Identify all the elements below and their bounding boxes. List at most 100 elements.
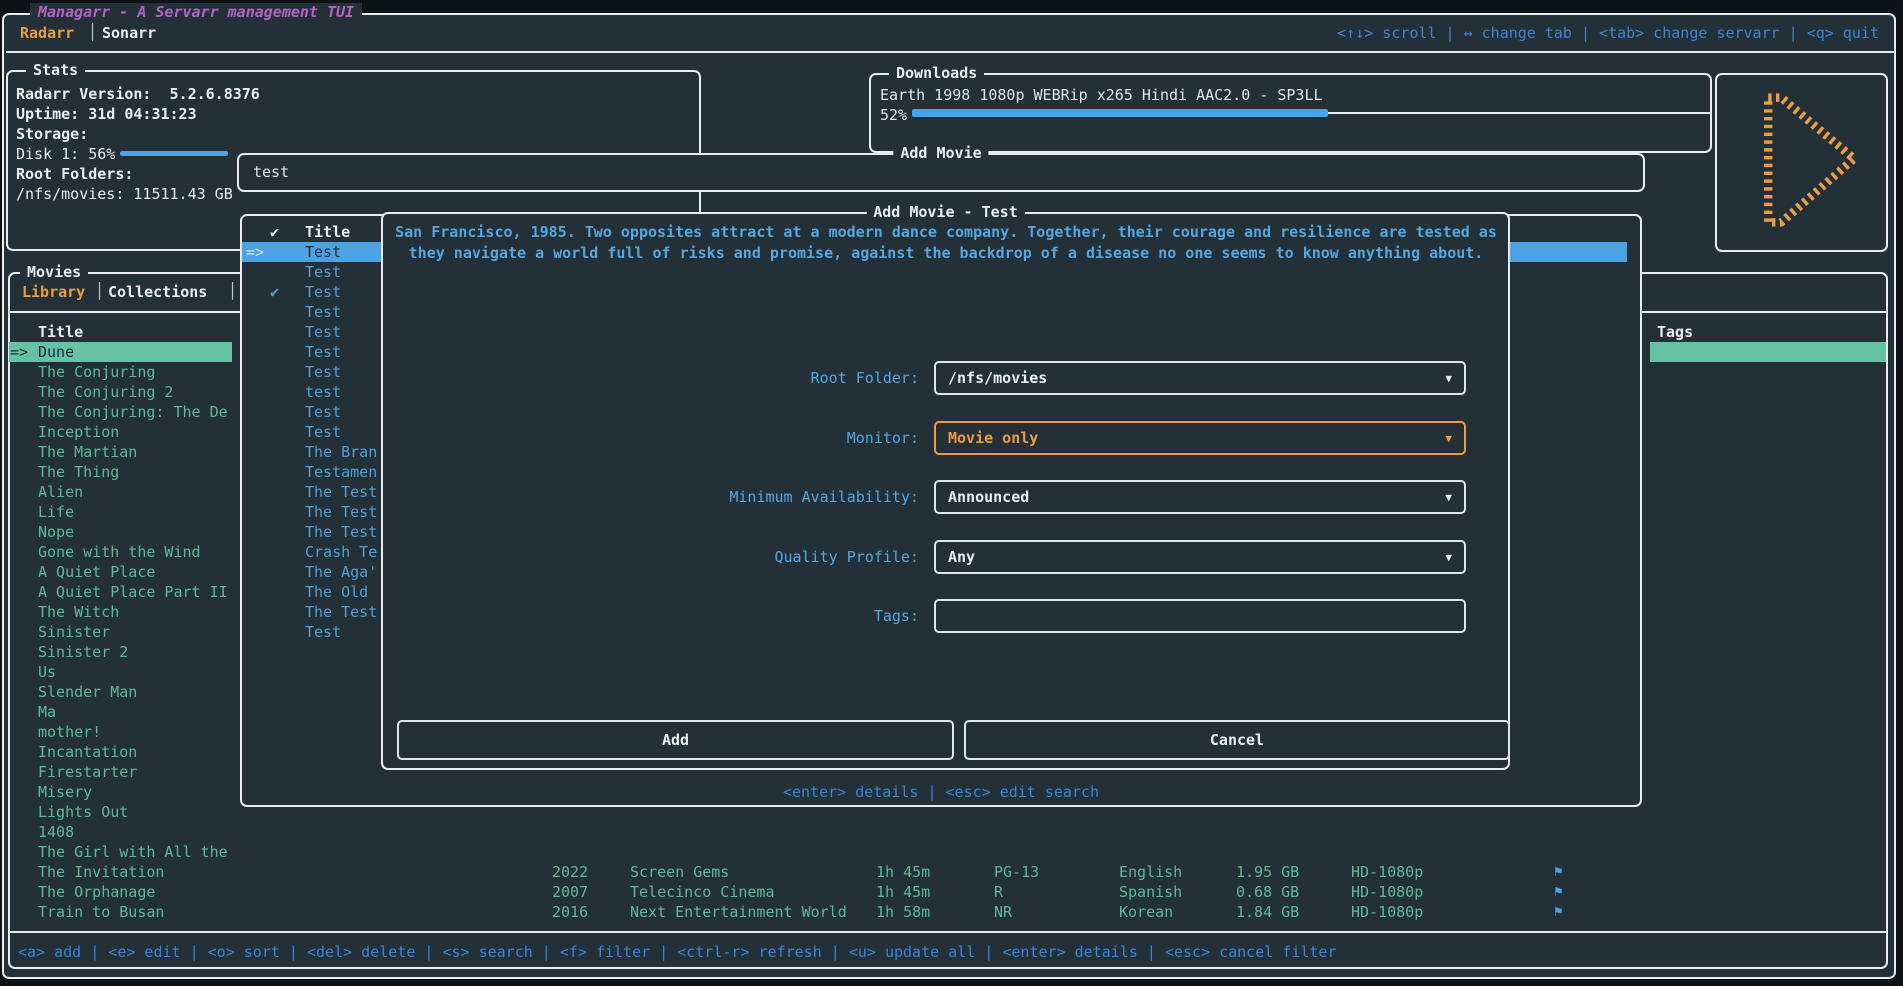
result-row[interactable]: The Test: [305, 602, 377, 622]
stats-panel-title: Stats: [26, 61, 85, 79]
result-row[interactable]: Crash Te: [305, 542, 377, 562]
results-title-header: Title: [305, 222, 350, 242]
movie-row[interactable]: Sinister: [38, 622, 110, 642]
movie-row[interactable]: Ma: [38, 702, 56, 722]
result-row[interactable]: Test: [305, 262, 341, 282]
movie-cell-year: 2022: [552, 862, 588, 882]
field-select[interactable]: Movie only▼: [934, 421, 1466, 455]
result-row[interactable]: The Aga': [305, 562, 377, 582]
movie-cell-year: 2016: [552, 902, 588, 922]
movie-row[interactable]: The Invitation: [38, 862, 164, 882]
library-title-header: Title: [38, 322, 83, 342]
movie-row[interactable]: The Conjuring: [38, 362, 155, 382]
movie-row[interactable]: The Conjuring: The De: [38, 402, 228, 422]
result-row[interactable]: Test: [305, 362, 341, 382]
movie-row[interactable]: Incantation: [38, 742, 137, 762]
result-row[interactable]: Test: [305, 622, 341, 642]
movie-cell-quality: HD-1080p: [1351, 862, 1423, 882]
movie-cell-year: 2007: [552, 882, 588, 902]
field-select[interactable]: /nfs/movies▼: [934, 361, 1466, 395]
movie-cell-certification: NR: [994, 902, 1012, 922]
result-row[interactable]: The Bran: [305, 442, 377, 462]
result-row[interactable]: Test: [305, 322, 341, 342]
movie-cell-size: 1.95 GB: [1236, 862, 1299, 882]
movie-row[interactable]: Dune: [38, 342, 74, 362]
library-tags-header: Tags: [1657, 322, 1693, 342]
download-item: Earth 1998 1080p WEBRip x265 Hindi AAC2.…: [880, 85, 1323, 105]
result-row[interactable]: Testamen: [305, 462, 377, 482]
movie-row[interactable]: Inception: [38, 422, 119, 442]
movie-row[interactable]: Misery: [38, 782, 92, 802]
tab-radarr[interactable]: Radarr: [20, 24, 74, 42]
search-input[interactable]: test: [253, 162, 289, 182]
movie-row[interactable]: The Girl with All the: [38, 842, 228, 862]
result-row[interactable]: Test: [305, 422, 341, 442]
movie-cell-studio: Telecinco Cinema: [630, 882, 775, 902]
movie-row[interactable]: Gone with the Wind: [38, 542, 201, 562]
app-title: Managarr - A Servarr management TUI: [30, 3, 362, 21]
chevron-down-icon: ▼: [1445, 543, 1452, 573]
result-row[interactable]: Test: [305, 282, 341, 302]
movie-overview-line1: San Francisco, 1985. Two opposites attra…: [391, 223, 1501, 241]
check-icon: ✔: [270, 282, 279, 302]
movie-row[interactable]: The Orphanage: [38, 882, 155, 902]
add-movie-title: Add Movie: [893, 144, 988, 162]
top-keybind-hints: <↑↓> scroll | ↔ change tab | <tab> chang…: [1337, 24, 1879, 42]
collections-tab[interactable]: Collections: [108, 283, 207, 301]
download-percent: 52%: [880, 105, 907, 125]
movie-cell-language: Spanish: [1119, 882, 1182, 902]
movie-cell-certification: PG-13: [994, 862, 1039, 882]
add-movie-search-box: Add Movie test: [237, 153, 1645, 192]
field-select[interactable]: Announced▼: [934, 480, 1466, 514]
managarr-play-logo-icon: [1737, 85, 1867, 235]
movie-row[interactable]: Alien: [38, 482, 83, 502]
result-row[interactable]: The Test: [305, 502, 377, 522]
movie-row[interactable]: The Martian: [38, 442, 137, 462]
bottom-keybind-hints: <a> add | <e> edit | <o> sort | <del> de…: [18, 943, 1337, 961]
movie-row[interactable]: Us: [38, 662, 56, 682]
movie-row[interactable]: A Quiet Place Part II: [38, 582, 228, 602]
result-row[interactable]: Test: [305, 302, 341, 322]
movie-row[interactable]: 1408: [38, 822, 74, 842]
result-row[interactable]: test: [305, 382, 341, 402]
cancel-button[interactable]: Cancel: [964, 720, 1510, 760]
movie-cell-runtime: 1h 58m: [876, 902, 930, 922]
movie-row[interactable]: The Conjuring 2: [38, 382, 173, 402]
result-row[interactable]: Test: [305, 402, 341, 422]
chevron-down-icon: ▼: [1445, 424, 1452, 454]
movie-cell-size: 0.68 GB: [1236, 882, 1299, 902]
library-tab[interactable]: Library: [22, 283, 85, 301]
stats-disk-label: Disk 1: 56%: [16, 144, 115, 164]
movie-row[interactable]: The Thing: [38, 462, 119, 482]
add-button[interactable]: Add: [397, 720, 954, 760]
movie-row[interactable]: The Witch: [38, 602, 119, 622]
field-label: Quality Profile:: [383, 547, 919, 567]
results-check-header: ✔: [270, 222, 279, 242]
tags-input[interactable]: [934, 599, 1466, 633]
result-row[interactable]: The Old: [305, 582, 368, 602]
result-row[interactable]: Test: [305, 342, 341, 362]
result-row[interactable]: The Test: [305, 482, 377, 502]
movie-cell-studio: Next Entertainment World: [630, 902, 847, 922]
movie-row[interactable]: Train to Busan: [38, 902, 164, 922]
tab-sonarr[interactable]: Sonarr: [102, 24, 156, 42]
chevron-down-icon: ▼: [1445, 364, 1452, 394]
monitored-flag-icon: ⚑: [1554, 882, 1562, 902]
downloads-panel-title: Downloads: [889, 64, 984, 82]
movie-row[interactable]: Firestarter: [38, 762, 137, 782]
movie-row[interactable]: Sinister 2: [38, 642, 128, 662]
tab-divider: │: [88, 23, 97, 41]
movie-row[interactable]: A Quiet Place: [38, 562, 155, 582]
field-label: Tags:: [383, 606, 919, 626]
result-row[interactable]: Test: [305, 242, 341, 262]
movie-row[interactable]: Life: [38, 502, 74, 522]
field-label: Minimum Availability:: [383, 487, 919, 507]
movie-row[interactable]: Lights Out: [38, 802, 128, 822]
result-row[interactable]: The Test: [305, 522, 377, 542]
movie-row[interactable]: mother!: [38, 722, 101, 742]
movie-overview-line2: they navigate a world full of risks and …: [391, 244, 1501, 262]
movie-row[interactable]: Nope: [38, 522, 74, 542]
movie-row[interactable]: Slender Man: [38, 682, 137, 702]
movies-panel-title: Movies: [20, 263, 88, 281]
field-select[interactable]: Any▼: [934, 540, 1466, 574]
